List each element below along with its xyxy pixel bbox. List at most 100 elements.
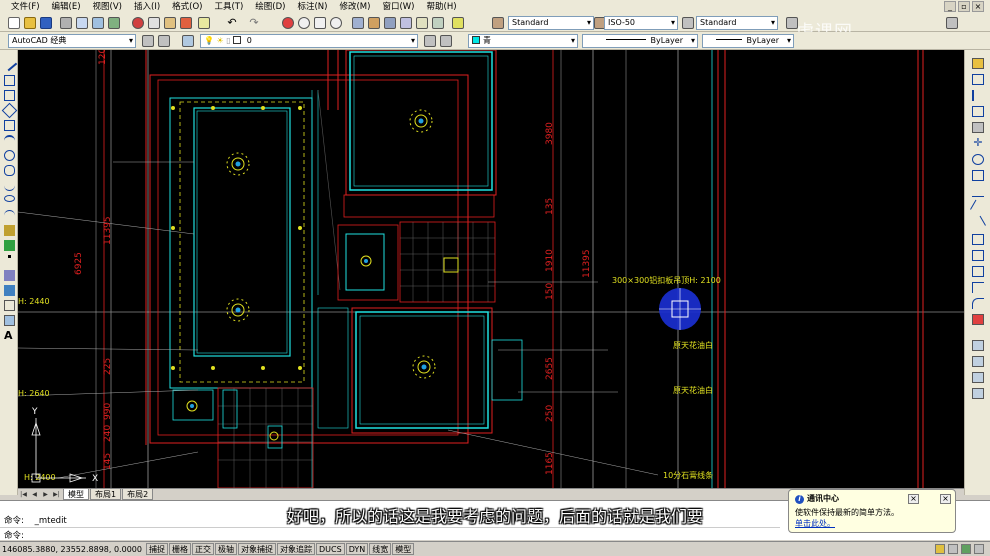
command-input-line[interactable]: 命令:: [4, 529, 24, 541]
tab-model[interactable]: 模型: [63, 489, 89, 500]
linetype-select[interactable]: ByLayer: [582, 34, 698, 48]
make-current-layer-icon[interactable]: [424, 35, 436, 47]
markup-icon[interactable]: [416, 17, 428, 29]
print-icon[interactable]: [60, 17, 72, 29]
otrack-toggle[interactable]: 对象追踪: [277, 543, 315, 555]
layer-previous-icon[interactable]: [440, 35, 452, 47]
text-style-icon[interactable]: [492, 17, 504, 29]
design-center-icon[interactable]: [368, 17, 380, 29]
undo-icon[interactable]: ↶: [226, 17, 238, 29]
menu-window[interactable]: 窗口(W): [377, 0, 419, 14]
balloon-link[interactable]: 单击此处。: [795, 518, 951, 529]
lock-icon[interactable]: [948, 544, 958, 554]
match-properties-icon[interactable]: [180, 17, 192, 29]
polar-toggle[interactable]: 极轴: [215, 543, 237, 555]
balloon-dismiss-icon[interactable]: ×: [940, 494, 951, 504]
menu-edit[interactable]: 编辑(E): [47, 0, 86, 14]
restore-icon[interactable]: ▫: [958, 1, 970, 12]
copy-object-icon[interactable]: [972, 74, 984, 85]
trim-icon[interactable]: [970, 199, 986, 216]
text-style-select[interactable]: Standard: [508, 16, 594, 30]
layer-manager-icon[interactable]: [182, 35, 194, 47]
explode-icon[interactable]: [972, 314, 984, 325]
polyline-icon[interactable]: [4, 90, 15, 101]
tab-last-icon[interactable]: ▶|: [51, 490, 62, 500]
clean-screen-icon[interactable]: [974, 544, 984, 554]
move-icon[interactable]: ✛: [972, 137, 984, 149]
send-back-icon[interactable]: [972, 372, 984, 383]
workspace-settings-icon[interactable]: [142, 35, 154, 47]
close-icon[interactable]: ×: [972, 1, 984, 12]
hatch-icon[interactable]: [4, 270, 15, 281]
balloon-close-icon[interactable]: ×: [908, 494, 919, 504]
osnap-toggle[interactable]: 对象捕捉: [238, 543, 276, 555]
publish-icon[interactable]: [92, 17, 104, 29]
table-icon[interactable]: [4, 315, 15, 326]
menu-file[interactable]: 文件(F): [6, 0, 45, 14]
tab-layout1[interactable]: 布局1: [90, 489, 122, 500]
open-file-icon[interactable]: [24, 17, 36, 29]
drawing-area[interactable]: 120 6925 11395 225 990 240 145 3980 135 …: [18, 50, 964, 488]
grid-toggle[interactable]: 栅格: [169, 543, 191, 555]
spline-icon[interactable]: [4, 180, 15, 191]
region-icon[interactable]: [4, 300, 15, 311]
help-icon[interactable]: [452, 17, 464, 29]
point-icon[interactable]: [8, 255, 11, 258]
menu-view[interactable]: 视图(V): [88, 0, 127, 14]
insert-block-icon[interactable]: [4, 225, 15, 236]
quickcalc-icon[interactable]: [432, 17, 444, 29]
tab-prev-icon[interactable]: ◀: [29, 490, 40, 500]
dyn-toggle[interactable]: DYN: [345, 543, 369, 555]
break-at-point-icon[interactable]: [972, 234, 984, 245]
layer-select[interactable]: 💡 ☀ ▯ 0: [200, 34, 418, 48]
minimize-icon[interactable]: _: [944, 1, 956, 12]
ellipse-arc-icon[interactable]: [4, 210, 15, 221]
stretch-icon[interactable]: [972, 186, 984, 197]
chamfer-icon[interactable]: [972, 282, 984, 293]
tool-palettes-icon[interactable]: [384, 17, 396, 29]
lineweight-select[interactable]: ByLayer: [702, 34, 794, 48]
plot-preview-icon[interactable]: [76, 17, 88, 29]
ducs-toggle[interactable]: DUCS: [316, 543, 345, 555]
zoom-window-icon[interactable]: [314, 17, 326, 29]
line-icon[interactable]: [1, 55, 18, 72]
mirror-icon[interactable]: [972, 90, 984, 101]
pan-icon[interactable]: [282, 17, 294, 29]
menu-tools[interactable]: 工具(T): [209, 0, 248, 14]
rotate-icon[interactable]: [972, 154, 984, 165]
3d-dwf-icon[interactable]: [108, 17, 120, 29]
table-style-icon[interactable]: [682, 17, 694, 29]
floor-plan-drawing[interactable]: 120 6925 11395 225 990 240 145 3980 135 …: [18, 50, 964, 488]
workspace-select[interactable]: AutoCAD 经典: [8, 34, 136, 48]
menu-insert[interactable]: 插入(I): [129, 0, 165, 14]
make-block-icon[interactable]: [4, 240, 15, 251]
break-icon[interactable]: [972, 250, 984, 261]
save-icon[interactable]: [40, 17, 52, 29]
multiline-text-icon[interactable]: A: [4, 330, 15, 341]
tab-first-icon[interactable]: |◀: [18, 490, 29, 500]
menu-help[interactable]: 帮助(H): [422, 0, 462, 14]
polygon-icon[interactable]: [1, 102, 18, 119]
lineweight-toggle[interactable]: 线宽: [369, 543, 392, 555]
revision-cloud-icon[interactable]: [4, 165, 15, 176]
array-icon[interactable]: [972, 122, 984, 133]
zoom-previous-icon[interactable]: [330, 17, 342, 29]
toolbar-misc-icon[interactable]: [786, 17, 798, 29]
color-select[interactable]: 青: [468, 34, 578, 48]
fillet-icon[interactable]: [972, 298, 984, 309]
scale-icon[interactable]: [972, 170, 984, 181]
new-file-icon[interactable]: [8, 17, 20, 29]
rectangle-icon[interactable]: [4, 120, 15, 131]
comm-center-icon[interactable]: [935, 544, 945, 554]
circle-icon[interactable]: [4, 150, 15, 161]
tab-layout2[interactable]: 布局2: [122, 489, 154, 500]
snap-toggle[interactable]: 捕捉: [146, 543, 168, 555]
arc-icon[interactable]: [4, 135, 15, 146]
redo-icon[interactable]: ↷: [248, 17, 260, 29]
ellipse-icon[interactable]: [4, 195, 15, 202]
tray-settings-icon[interactable]: [961, 544, 971, 554]
table-style-select[interactable]: Standard: [696, 16, 778, 30]
cut-icon[interactable]: [132, 17, 144, 29]
draw-order-icon[interactable]: [972, 340, 984, 351]
extend-icon[interactable]: [970, 215, 986, 232]
